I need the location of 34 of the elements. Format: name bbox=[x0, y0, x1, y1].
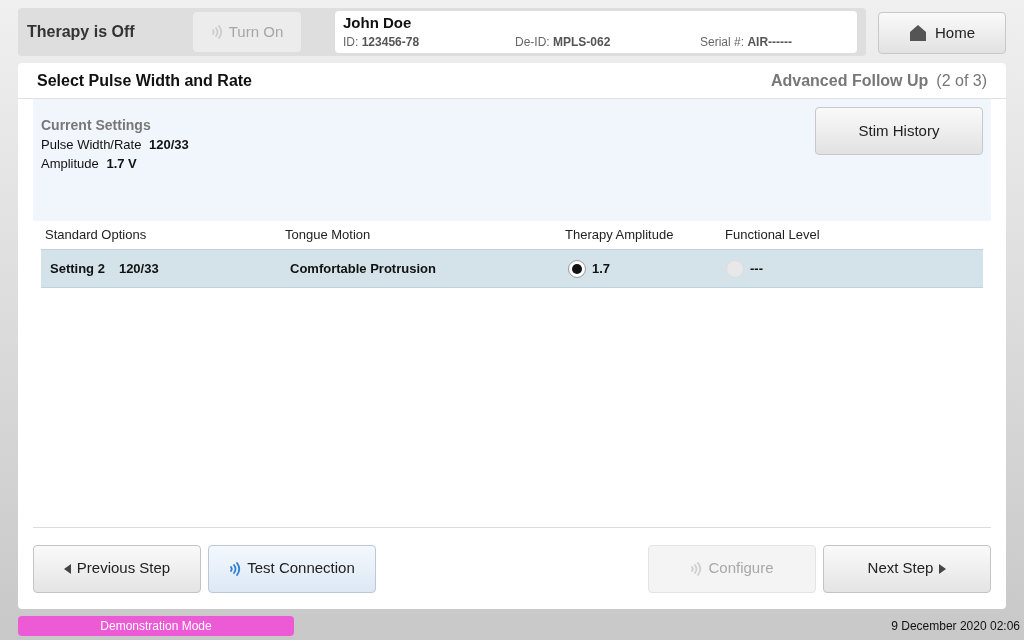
column-header: Standard Options bbox=[45, 226, 148, 245]
demonstration-mode-badge: Demonstration Mode bbox=[18, 616, 294, 636]
right-triangle-icon bbox=[939, 563, 947, 574]
option-value: 1.7 bbox=[592, 259, 611, 278]
left-triangle-icon bbox=[63, 563, 71, 574]
wireless-icon bbox=[210, 24, 223, 40]
therapy-status: Therapy is Off bbox=[27, 22, 136, 42]
workflow-name: Advanced Follow Up bbox=[770, 70, 929, 91]
pulse-rate: 120/33 bbox=[118, 259, 159, 278]
patient-deid: De-ID: MPLS-062 bbox=[515, 34, 612, 51]
home-button[interactable]: Home bbox=[878, 12, 1006, 54]
next-step-button[interactable]: Next Step bbox=[823, 544, 991, 593]
wireless-button[interactable]: Test Connection bbox=[208, 544, 376, 593]
wireless-icon bbox=[229, 560, 242, 577]
stim-history-button[interactable]: Stim History bbox=[815, 107, 983, 155]
column-header: Therapy Amplitude bbox=[565, 226, 675, 245]
patient-id: ID: 123456-78 bbox=[343, 34, 421, 51]
home-icon bbox=[909, 24, 927, 42]
date-time: 9 December 2020 02:06 bbox=[891, 618, 1020, 635]
serial-number: Serial #: AIR------ bbox=[700, 34, 793, 51]
setting-row-text: Amplitude 1.7 V bbox=[41, 155, 138, 173]
column-header: Tongue Motion bbox=[285, 226, 372, 245]
setting-row-text: Pulse Width/Rate 120/33 bbox=[41, 136, 189, 154]
previous-step-button[interactable]: Previous Step bbox=[33, 544, 201, 593]
setting-name: Setting 2 bbox=[50, 259, 105, 278]
tongue-motion: Comfortable Protrusion bbox=[290, 259, 437, 278]
option-value: --- bbox=[750, 259, 763, 278]
current-settings-heading: Current Settings bbox=[41, 116, 152, 135]
patient-name: John Doe bbox=[343, 13, 413, 33]
step-counter: (2 of 3) bbox=[936, 70, 987, 91]
page-title: Select Pulse Width and Rate bbox=[37, 70, 252, 91]
column-header: Functional Level bbox=[725, 226, 821, 245]
radio-button[interactable] bbox=[568, 259, 586, 278]
wireless-icon bbox=[690, 560, 703, 577]
